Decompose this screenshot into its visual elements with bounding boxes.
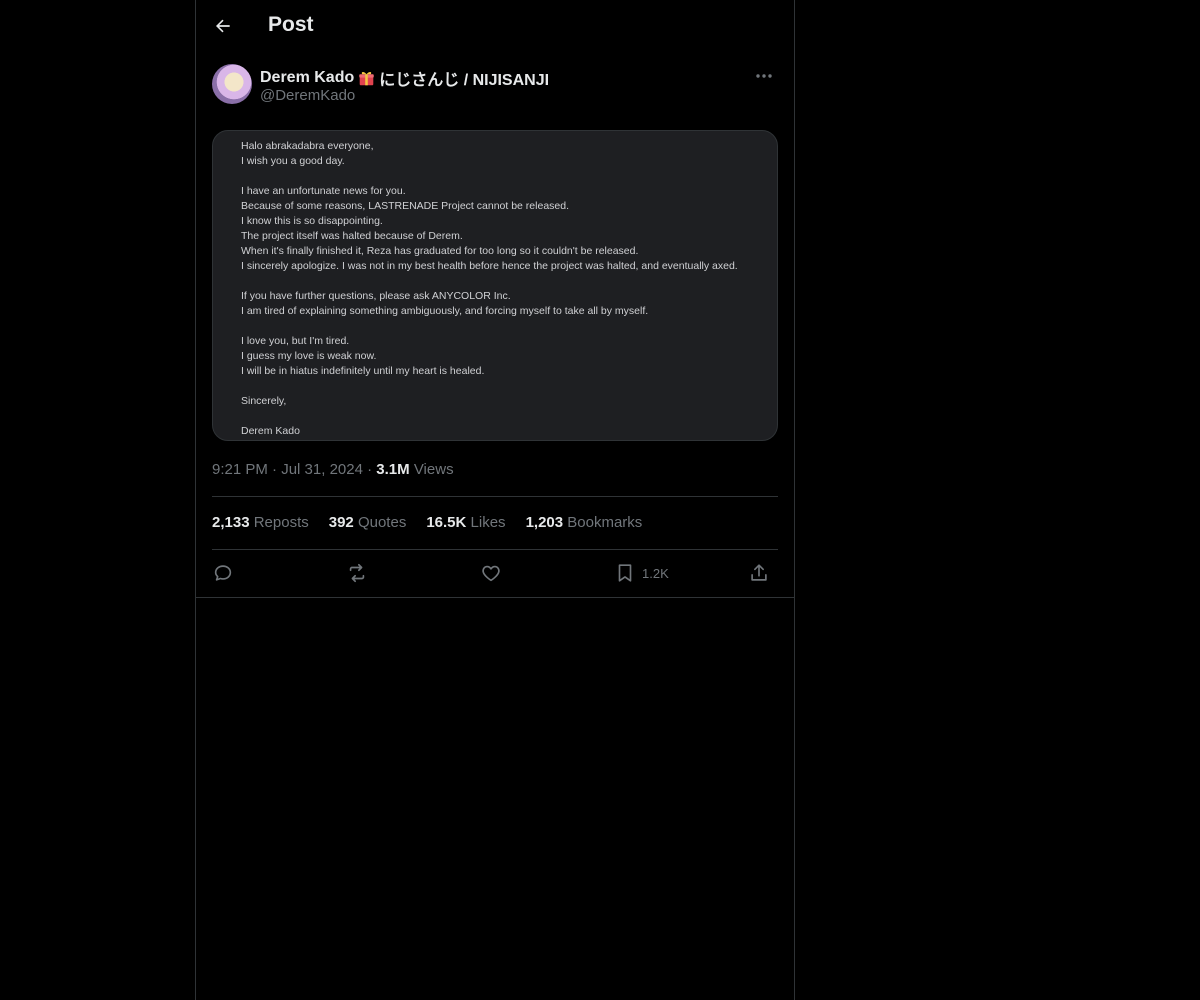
author-name: Derem Kado <box>260 69 355 86</box>
repost-button[interactable] <box>346 561 368 585</box>
bookmark-button[interactable]: 1.2K <box>614 561 669 585</box>
image-text-line <box>241 274 767 289</box>
post-column: Post Derem Kado にじさんじ / NIJISANJI @Derem… <box>195 0 795 1000</box>
views-label: Views <box>413 461 454 478</box>
author-affiliation: にじさんじ / NIJISANJI <box>379 72 550 89</box>
post-stats: 2,133 Reposts 392 Quotes 16.5K Likes 1,2… <box>212 514 642 531</box>
post-date[interactable]: Jul 31, 2024 <box>281 461 363 478</box>
back-button[interactable] <box>210 12 236 40</box>
share-icon <box>751 564 767 581</box>
post-time[interactable]: 9:21 PM <box>212 461 268 478</box>
likes-stat[interactable]: 16.5K Likes <box>426 514 505 531</box>
image-text-line: If you have further questions, please as… <box>241 290 511 302</box>
image-text-line: I love you, but I'm tired. <box>241 335 350 347</box>
meta-separator: · <box>272 461 278 478</box>
image-text-line: Halo abrakadabra everyone, <box>241 140 374 152</box>
top-bar: Post <box>196 0 794 53</box>
reposts-label: Reposts <box>253 514 309 531</box>
image-text-line: I am tired of explaining something ambig… <box>241 305 649 317</box>
image-text-line: Derem Kado <box>241 425 300 437</box>
post-bottom-border <box>196 597 794 598</box>
like-icon <box>482 565 500 582</box>
post-metadata: 9:21 PM · Jul 31, 2024 · 3.1M Views <box>212 461 454 478</box>
likes-count: 16.5K <box>426 514 467 531</box>
like-button[interactable] <box>480 561 502 585</box>
image-text-line <box>241 319 767 334</box>
back-arrow-icon <box>216 19 230 33</box>
reply-button[interactable] <box>212 561 234 585</box>
gift-icon <box>359 71 374 85</box>
divider <box>212 549 778 550</box>
image-text-line: I have an unfortunate news for you. <box>241 185 406 197</box>
image-text-line <box>241 409 767 424</box>
bookmark-icon <box>618 564 632 582</box>
page-title: Post <box>268 13 314 36</box>
image-text-line <box>241 169 767 184</box>
image-text: Halo abrakadabra everyone, I wish you a g… <box>241 139 767 439</box>
post-image[interactable]: Halo abrakadabra everyone, I wish you a g… <box>212 130 778 441</box>
repost-icon <box>349 563 365 583</box>
avatar[interactable] <box>212 64 252 104</box>
more-options-button[interactable] <box>750 66 778 86</box>
share-button[interactable] <box>748 561 770 585</box>
image-text-line <box>241 379 767 394</box>
divider <box>212 496 778 497</box>
image-text-line: Sincerely, <box>241 395 287 407</box>
bookmark-count: 1.2K <box>642 565 669 581</box>
author-handle[interactable]: @DeremKado <box>260 87 355 104</box>
reposts-stat[interactable]: 2,133 Reposts <box>212 514 309 531</box>
quotes-stat[interactable]: 392 Quotes <box>329 514 407 531</box>
image-text-line: I guess my love is weak now. <box>241 350 377 362</box>
image-text-line: I will be in hiatus indefinitely until m… <box>241 365 485 377</box>
reply-icon <box>214 565 232 581</box>
post-author: Derem Kado にじさんじ / NIJISANJI @DeremKado <box>212 64 778 108</box>
quotes-label: Quotes <box>357 514 407 531</box>
reposts-count: 2,133 <box>212 514 250 531</box>
image-text-line: I sincerely apologize. I was not in my b… <box>241 260 738 272</box>
image-text-line: When it's finally finished it, Reza has … <box>241 245 639 257</box>
image-text-line: The project itself was halted because of… <box>241 230 463 242</box>
post-actions: 1.2K <box>212 561 778 585</box>
bookmarks-count: 1,203 <box>525 514 564 531</box>
image-text-line: I wish you a good day. <box>241 155 345 167</box>
likes-label: Likes <box>470 514 506 531</box>
more-icon <box>756 74 772 78</box>
image-text-line: Because of some reasons, LASTRENADE Proj… <box>241 200 570 212</box>
bookmarks-label: Bookmarks <box>567 514 643 531</box>
image-text-line: I know this is so disappointing. <box>241 215 383 227</box>
views-count: 3.1M <box>376 461 410 478</box>
meta-separator: · <box>367 461 373 478</box>
quotes-count: 392 <box>328 514 354 531</box>
bookmarks-stat[interactable]: 1,203 Bookmarks <box>526 514 643 531</box>
